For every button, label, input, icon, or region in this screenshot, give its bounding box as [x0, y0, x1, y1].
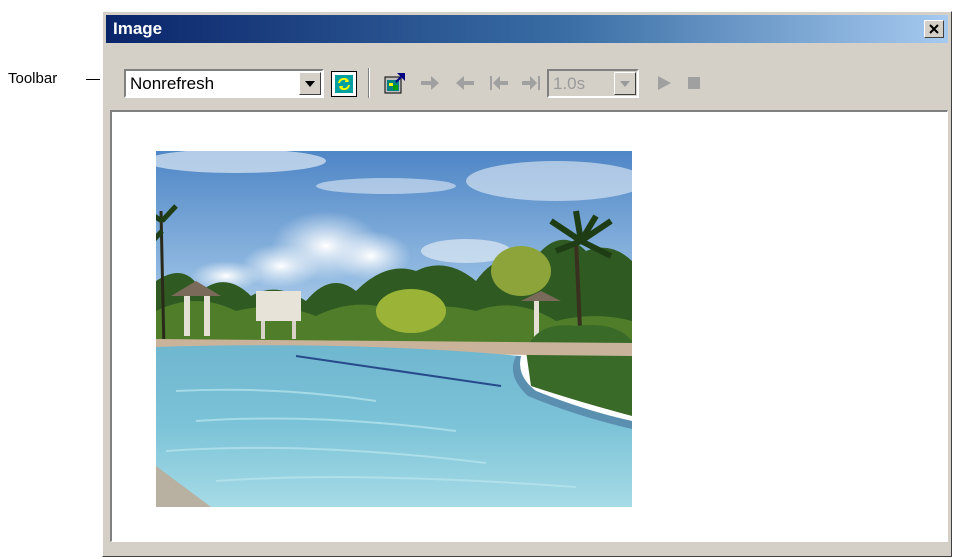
interval-value: 1.0s [553, 74, 586, 93]
title-bar[interactable]: Image [106, 15, 948, 43]
chevron-down-icon [305, 80, 315, 87]
step-forward-button[interactable] [417, 70, 443, 96]
play-icon [658, 76, 671, 90]
pool-photo [156, 151, 632, 507]
toolbar: Nonrefresh 1.0s [106, 46, 948, 108]
first-frame-icon [490, 76, 508, 90]
last-frame-button[interactable] [518, 70, 544, 96]
properties-icon [384, 73, 405, 94]
window-title: Image [113, 19, 163, 38]
close-button[interactable] [924, 20, 944, 38]
interval-select[interactable]: 1.0s [547, 69, 639, 98]
refresh-mode-dropdown-button[interactable] [299, 72, 321, 95]
displayed-image [156, 151, 632, 507]
image-window: Image Nonrefresh 1.0s [102, 11, 952, 557]
refresh-mode-value: Nonrefresh [130, 74, 215, 93]
step-forward-icon [421, 76, 439, 90]
toolbar-callout-label: Toolbar [8, 70, 58, 87]
refresh-icon [335, 75, 353, 93]
chevron-down-icon [620, 80, 630, 87]
step-back-icon [456, 76, 474, 90]
close-icon [929, 24, 939, 34]
refresh-mode-select[interactable]: Nonrefresh [124, 69, 324, 98]
refresh-button[interactable] [331, 71, 357, 97]
image-viewport [110, 110, 948, 542]
stop-icon [688, 77, 700, 89]
toolbar-callout-line [86, 79, 100, 80]
properties-button[interactable] [382, 70, 408, 96]
last-frame-icon [522, 76, 540, 90]
step-back-button[interactable] [452, 70, 478, 96]
interval-dropdown-button[interactable] [614, 72, 636, 95]
status-bar [106, 545, 948, 553]
toolbar-separator [368, 68, 370, 98]
first-frame-button[interactable] [486, 70, 512, 96]
stop-button[interactable] [681, 70, 707, 96]
play-button[interactable] [651, 70, 677, 96]
